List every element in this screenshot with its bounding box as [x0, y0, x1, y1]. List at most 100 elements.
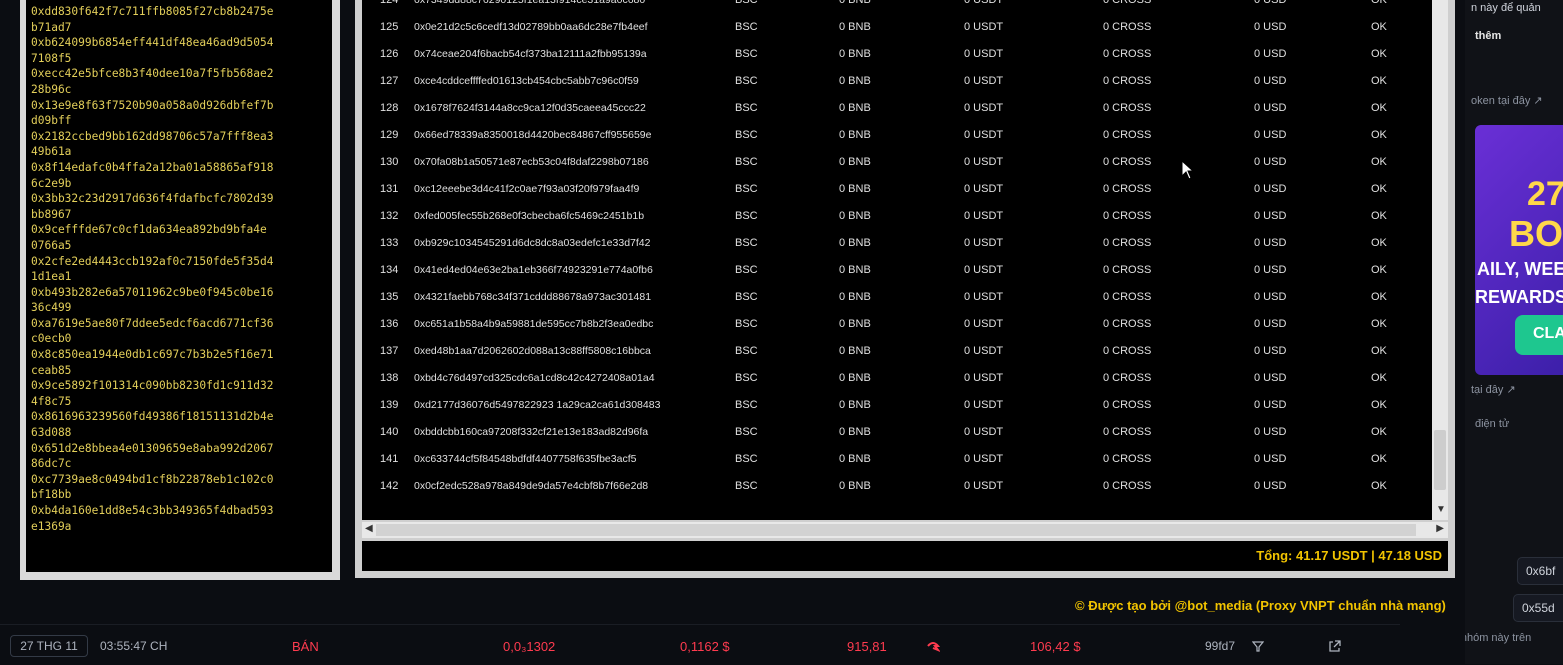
row-cross: 0 CROSS — [1103, 318, 1152, 330]
row-usdt: 0 USDT — [964, 399, 1004, 411]
row-network: BSC — [735, 75, 758, 87]
table-row[interactable]: 142 0x0cf2edc528a978a849de9da57e4cbf8b7f6… — [362, 473, 1432, 500]
row-number: 132 — [380, 210, 399, 222]
hex-address-line: bb8967 — [31, 207, 72, 221]
row-address: 0xc651a1b58a4b9a59881de595cc7b8b2f3ea0ed… — [414, 318, 654, 330]
table-row[interactable]: 129 0x66ed78339a8350018d4420bec84867cff95… — [362, 122, 1432, 149]
token-link[interactable]: oken tại đây ↗ — [1471, 94, 1543, 107]
row-usdt: 0 USDT — [964, 237, 1004, 249]
row-usdt: 0 USDT — [964, 183, 1004, 195]
row-number: 134 — [380, 264, 399, 276]
trade-wallet[interactable]: 99fd7 — [1205, 639, 1235, 653]
table-row[interactable]: 130 0x70fa08b1a50571e87ecb53c04f8daf2298b… — [362, 149, 1432, 176]
row-status: OK — [1371, 129, 1387, 141]
external-link-icon[interactable] — [1328, 640, 1341, 653]
scroll-down-icon[interactable]: ▼ — [1436, 504, 1446, 515]
row-cross: 0 CROSS — [1103, 156, 1152, 168]
table-row[interactable]: 125 0x0e21d2c5c6cedf13d02789bb0aa6dc28e7f… — [362, 14, 1432, 41]
row-usd: 0 USD — [1254, 426, 1287, 438]
row-bnb: 0 BNB — [839, 318, 871, 330]
hex-address-line: 0xdd830f642f7c711ffb8085f27cb8b2475e — [31, 5, 274, 18]
vertical-scroll-thumb[interactable] — [1434, 430, 1446, 490]
row-usd: 0 USD — [1254, 129, 1287, 141]
row-bnb: 0 BNB — [839, 372, 871, 384]
hex-address-box[interactable]: 0xdd830f642f7c711ffb8085f27cb8b2475e b71a… — [26, 0, 332, 572]
hex-address-line: 0xb4da160e1dd8e54c3bb349365f4dbad593 — [31, 504, 274, 517]
row-status: OK — [1371, 48, 1387, 60]
address-chip-2[interactable]: 0x55d — [1513, 594, 1563, 622]
row-usdt: 0 USDT — [964, 75, 1004, 87]
table-row[interactable]: 139 0xd2177d36076d5497822923 1a29ca2ca61d… — [362, 392, 1432, 419]
horizontal-scrollbar[interactable]: ◀ ▶ — [362, 522, 1448, 538]
hex-address-line: e1369a — [31, 519, 72, 533]
row-network: BSC — [735, 345, 758, 357]
hex-address-line: bf18bb — [31, 488, 72, 502]
row-number: 137 — [380, 345, 399, 357]
horizontal-scroll-thumb[interactable] — [376, 524, 1416, 536]
scroll-left-icon[interactable]: ◀ — [365, 523, 373, 534]
row-status: OK — [1371, 399, 1387, 411]
row-usdt: 0 USDT — [964, 345, 1004, 357]
row-cross: 0 CROSS — [1103, 75, 1152, 87]
table-row[interactable]: 128 0x1678f7624f3144a8cc9ca12f0d35caeea45… — [362, 95, 1432, 122]
scroll-right-icon[interactable]: ▶ — [1436, 523, 1444, 534]
table-row[interactable]: 141 0xc633744cf5f84548bdfdf4407758f635fbe… — [362, 446, 1432, 473]
hex-address-line: d09bff — [31, 114, 72, 128]
row-usd: 0 USD — [1254, 372, 1287, 384]
hex-address-line: 0x13e9e8f63f7520b90a058a0d926dbfef7b — [31, 98, 274, 112]
table-row[interactable]: 134 0x41ed4ed04e63e2ba1eb366f74923291e774… — [362, 257, 1432, 284]
row-cross: 0 CROSS — [1103, 237, 1152, 249]
row-bnb: 0 BNB — [839, 156, 871, 168]
row-status: OK — [1371, 75, 1387, 87]
row-bnb: 0 BNB — [839, 480, 871, 492]
details-link[interactable]: tại đây ↗ — [1471, 383, 1516, 396]
table-row[interactable]: 131 0xc12eeebe3d4c41f2c0ae7f93a03f20f979f… — [362, 176, 1432, 203]
promo-banner[interactable]: 27 BO AILY, WEE REWARDS CLA — [1475, 125, 1563, 375]
table-row[interactable]: 135 0x4321faebb768c34f371cddd88678a973ac3… — [362, 284, 1432, 311]
row-usd: 0 USD — [1254, 237, 1287, 249]
address-chip-1[interactable]: 0x6bf — [1517, 557, 1563, 585]
table-row[interactable]: 124 0x7349dd88c76290125f1ea13f914ce31a9a0… — [362, 0, 1432, 14]
row-usdt: 0 USDT — [964, 156, 1004, 168]
row-network: BSC — [735, 372, 758, 384]
table-row[interactable]: 133 0xb929c1034545291d6dc8dc8a03edefc1e33… — [362, 230, 1432, 257]
trade-side: BÁN — [292, 639, 319, 654]
table-row[interactable]: 137 0xed48b1aa7d2062602d088a13c88ff5808c1… — [362, 338, 1432, 365]
table-row[interactable]: 140 0xbddcbb160ca97208f332cf21e13e183ad82… — [362, 419, 1432, 446]
hex-address-line: 0xb493b282e6a57011962c9be0f945c0be16 — [31, 285, 274, 299]
vertical-scrollbar[interactable]: ▼ — [1432, 0, 1448, 520]
filter-icon[interactable] — [1252, 641, 1264, 652]
trade-price: 0,0₃1302 — [503, 639, 556, 654]
row-status: OK — [1371, 264, 1387, 276]
promo-line-1: AILY, WEE — [1477, 259, 1563, 279]
row-address: 0xbddcbb160ca97208f332cf21e13e183ad82d96… — [414, 426, 649, 438]
row-cross: 0 CROSS — [1103, 264, 1152, 276]
total-summary: Tổng: 41.17 USDT | 47.18 USD — [1256, 548, 1442, 563]
row-usd: 0 USD — [1254, 453, 1287, 465]
row-usdt: 0 USDT — [964, 291, 1004, 303]
row-status: OK — [1371, 156, 1387, 168]
row-bnb: 0 BNB — [839, 183, 871, 195]
row-cross: 0 CROSS — [1103, 21, 1152, 33]
table-row[interactable]: 138 0xbd4c76d497cd325cdc6a1cd8c42c4272408… — [362, 365, 1432, 392]
wallet-table-window: 124 0x7349dd88c76290125f1ea13f914ce31a9a0… — [355, 0, 1455, 578]
row-status: OK — [1371, 183, 1387, 195]
trade-amount: 915,81 — [847, 639, 887, 654]
hex-address-line: 0x3bb32c23d2917d636f4fdafbcfc7802d39 — [31, 192, 274, 206]
row-cross: 0 CROSS — [1103, 453, 1152, 465]
row-address: 0x66ed78339a8350018d4420bec84867cff95565… — [414, 129, 652, 141]
table-row[interactable]: 127 0xce4cddceffffed01613cb454cbc5abb7c96… — [362, 68, 1432, 95]
claim-button[interactable]: CLA — [1515, 315, 1563, 355]
table-row[interactable]: 136 0xc651a1b58a4b9a59881de595cc7b8b2f3ea… — [362, 311, 1432, 338]
row-bnb: 0 BNB — [839, 291, 871, 303]
row-network: BSC — [735, 291, 758, 303]
table-row[interactable]: 126 0x74ceae204f6bacb54cf373ba12111a2fbb9… — [362, 41, 1432, 68]
row-bnb: 0 BNB — [839, 129, 871, 141]
row-number: 141 — [380, 453, 399, 465]
row-status: OK — [1371, 210, 1387, 222]
trade-ticker-row[interactable]: 27 THG 11 03:55:47 CH BÁN 0,0₃1302 0,116… — [0, 624, 1400, 665]
row-network: BSC — [735, 453, 758, 465]
table-row[interactable]: 132 0xfed005fec55b268e0f3cbecba6fc5469c24… — [362, 203, 1432, 230]
row-number: 142 — [380, 480, 399, 492]
row-cross: 0 CROSS — [1103, 426, 1152, 438]
